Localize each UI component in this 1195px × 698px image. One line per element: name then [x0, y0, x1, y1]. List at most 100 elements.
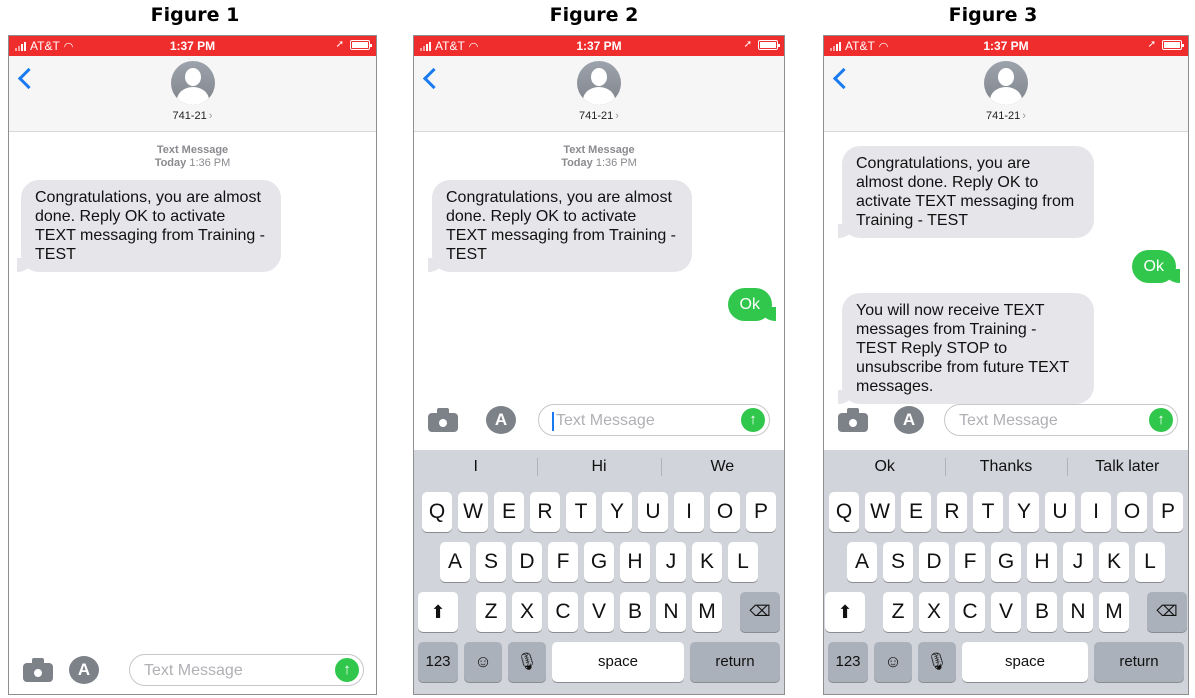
key-o[interactable]: O: [1117, 492, 1147, 532]
camera-icon[interactable]: [23, 658, 53, 682]
key-e[interactable]: E: [494, 492, 524, 532]
chevron-left-icon[interactable]: [422, 68, 436, 90]
microphone-icon[interactable]: 🎙: [508, 642, 546, 682]
key-q[interactable]: Q: [829, 492, 859, 532]
key-q[interactable]: Q: [422, 492, 452, 532]
key-r[interactable]: R: [530, 492, 560, 532]
person-icon[interactable]: [577, 61, 621, 105]
key-o[interactable]: O: [710, 492, 740, 532]
key-h[interactable]: H: [1027, 542, 1057, 582]
camera-icon[interactable]: [838, 408, 868, 432]
app-store-icon[interactable]: A: [69, 656, 99, 684]
suggestion-2[interactable]: Hi: [537, 450, 660, 484]
shift-key[interactable]: ⬆: [825, 592, 865, 632]
key-v[interactable]: V: [584, 592, 614, 632]
key-d[interactable]: D: [512, 542, 542, 582]
delete-key[interactable]: ⌫: [740, 592, 780, 632]
suggestion-1[interactable]: Ok: [824, 450, 945, 484]
key-k[interactable]: K: [1099, 542, 1129, 582]
numbers-key[interactable]: 123: [418, 642, 458, 682]
location-icon: ➚: [743, 39, 752, 50]
numbers-key[interactable]: 123: [828, 642, 868, 682]
microphone-icon[interactable]: 🎙: [918, 642, 956, 682]
key-u[interactable]: U: [1045, 492, 1075, 532]
key-c[interactable]: C: [955, 592, 985, 632]
suggestion-2[interactable]: Thanks: [945, 450, 1066, 484]
key-j[interactable]: J: [1063, 542, 1093, 582]
person-icon[interactable]: [984, 61, 1028, 105]
space-key[interactable]: space: [552, 642, 684, 682]
camera-icon[interactable]: [428, 408, 458, 432]
input-placeholder: Text Message: [556, 412, 655, 429]
text-message-input[interactable]: Text Message ↑: [944, 404, 1178, 436]
text-message-input[interactable]: Text Message ↑: [129, 654, 364, 686]
key-g[interactable]: G: [991, 542, 1021, 582]
contact-name[interactable]: 741-21 ›: [824, 110, 1188, 122]
key-p[interactable]: P: [1153, 492, 1183, 532]
key-y[interactable]: Y: [602, 492, 632, 532]
key-w[interactable]: W: [865, 492, 895, 532]
key-k[interactable]: K: [692, 542, 722, 582]
key-s[interactable]: S: [476, 542, 506, 582]
key-a[interactable]: A: [440, 542, 470, 582]
key-g[interactable]: G: [584, 542, 614, 582]
key-i[interactable]: I: [1081, 492, 1111, 532]
delete-key[interactable]: ⌫: [1147, 592, 1187, 632]
return-key[interactable]: return: [690, 642, 780, 682]
key-a[interactable]: A: [847, 542, 877, 582]
key-h[interactable]: H: [620, 542, 650, 582]
key-d[interactable]: D: [919, 542, 949, 582]
emoji-icon[interactable]: ☺: [464, 642, 502, 682]
contact-name[interactable]: 741-21 ›: [9, 110, 376, 122]
keyboard-row-3: ⬆ Z X C V B N M ⌫: [414, 592, 784, 632]
suggestion-3[interactable]: We: [660, 450, 784, 484]
key-e[interactable]: E: [901, 492, 931, 532]
arrow-up-icon[interactable]: ↑: [335, 658, 359, 682]
figure-1-title: Figure 1: [150, 4, 240, 26]
key-w[interactable]: W: [458, 492, 488, 532]
key-j[interactable]: J: [656, 542, 686, 582]
key-v[interactable]: V: [991, 592, 1021, 632]
chevron-left-icon[interactable]: [832, 68, 846, 90]
app-store-icon[interactable]: A: [486, 406, 516, 434]
keyboard-row-4: 123 ☺ 🎙 space return: [418, 642, 780, 682]
key-m[interactable]: M: [1099, 592, 1129, 632]
person-icon[interactable]: [170, 61, 215, 105]
arrow-up-icon[interactable]: ↑: [1149, 408, 1173, 432]
key-y[interactable]: Y: [1009, 492, 1039, 532]
key-x[interactable]: X: [919, 592, 949, 632]
key-u[interactable]: U: [638, 492, 668, 532]
suggestion-3[interactable]: Talk later: [1066, 450, 1188, 484]
key-t[interactable]: T: [973, 492, 1003, 532]
suggestion-1[interactable]: I: [414, 450, 537, 484]
emoji-icon[interactable]: ☺: [874, 642, 912, 682]
space-key[interactable]: space: [962, 642, 1088, 682]
key-l[interactable]: L: [728, 542, 758, 582]
key-b[interactable]: B: [620, 592, 650, 632]
key-f[interactable]: F: [548, 542, 578, 582]
key-n[interactable]: N: [656, 592, 686, 632]
key-c[interactable]: C: [548, 592, 578, 632]
return-key[interactable]: return: [1094, 642, 1184, 682]
shift-key[interactable]: ⬆: [418, 592, 458, 632]
key-z[interactable]: Z: [476, 592, 506, 632]
key-r[interactable]: R: [937, 492, 967, 532]
app-store-icon[interactable]: A: [894, 406, 924, 434]
contact-number: 741-21: [172, 110, 207, 122]
key-b[interactable]: B: [1027, 592, 1057, 632]
text-message-input[interactable]: Text Message ↑: [538, 404, 770, 436]
key-x[interactable]: X: [512, 592, 542, 632]
arrow-up-icon[interactable]: ↑: [741, 408, 765, 432]
key-n[interactable]: N: [1063, 592, 1093, 632]
contact-name[interactable]: 741-21 ›: [414, 110, 784, 122]
chevron-left-icon[interactable]: [17, 68, 31, 90]
key-l[interactable]: L: [1135, 542, 1165, 582]
key-m[interactable]: M: [692, 592, 722, 632]
key-p[interactable]: P: [746, 492, 776, 532]
key-f[interactable]: F: [955, 542, 985, 582]
key-i[interactable]: I: [674, 492, 704, 532]
key-z[interactable]: Z: [883, 592, 913, 632]
key-s[interactable]: S: [883, 542, 913, 582]
sent-message-bubble: Ok: [1131, 250, 1181, 283]
key-t[interactable]: T: [566, 492, 596, 532]
